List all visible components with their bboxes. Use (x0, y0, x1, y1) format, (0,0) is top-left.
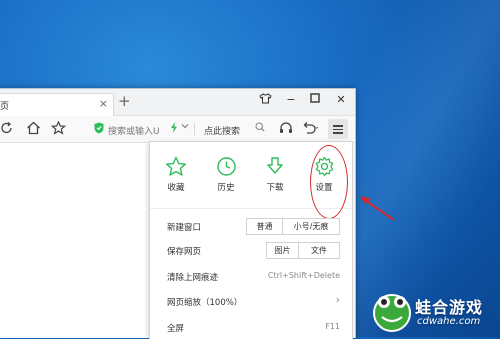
divider (194, 123, 195, 135)
tab-close-icon[interactable]: × (99, 97, 108, 110)
frog-logo-icon (373, 294, 411, 332)
address-input[interactable]: 搜索或输入U (108, 124, 160, 137)
new-window-incognito-button[interactable]: 小号/无痕 (282, 218, 340, 235)
headphones-icon[interactable] (279, 121, 293, 138)
menu-favorites[interactable]: 收藏 (156, 156, 196, 193)
main-menu-dropdown: 收藏 历史 下载 设置 新建窗口 普通 小号/无痕 保存网页 图片 文件 清除上… (149, 141, 353, 339)
favorites-label: 收藏 (167, 183, 185, 193)
watermark: 蛙合游戏 cdwahe.com (367, 290, 500, 337)
save-as-file-button[interactable]: 文件 (298, 242, 340, 259)
search-box[interactable]: 点此搜索 (204, 124, 240, 137)
menu-downloads[interactable]: 下载 (255, 156, 295, 193)
watermark-url: cdwahe.com (417, 316, 481, 327)
new-tab-button[interactable]: + (118, 92, 131, 110)
history-label: 历史 (217, 183, 235, 193)
menu-history[interactable]: 历史 (206, 156, 246, 193)
title-bar: 页 × + − ✕ (0, 89, 355, 116)
red-arrow-icon (360, 196, 395, 221)
download-icon (267, 157, 283, 174)
menu-item-new-window: 新建窗口 普通 小号/无痕 (150, 215, 352, 237)
toolbar: 搜索或输入U 点此搜索 (0, 116, 355, 143)
favorite-star-icon[interactable] (50, 120, 67, 139)
highlight-circle (310, 145, 348, 219)
main-menu-button[interactable] (328, 119, 348, 139)
downloads-label: 下载 (266, 183, 284, 193)
menu-item-zoom[interactable]: 网页缩放（100%） › (150, 290, 352, 312)
undo-icon[interactable] (302, 121, 319, 138)
lightning-icon[interactable] (170, 122, 178, 136)
refresh-icon[interactable] (0, 121, 14, 139)
save-as-image-button[interactable]: 图片 (266, 242, 299, 259)
clock-icon (216, 157, 236, 176)
search-icon[interactable] (255, 122, 265, 135)
skin-icon[interactable] (257, 93, 273, 107)
chevron-down-icon[interactable] (181, 122, 189, 133)
menu-item-clear-traces[interactable]: 清除上网痕迹 Ctrl+Shift+Delete (150, 265, 352, 287)
clear-traces-shortcut: Ctrl+Shift+Delete (267, 271, 340, 280)
chevron-right-icon: › (335, 293, 340, 306)
address-bar[interactable]: 搜索或输入U 点此搜索 (90, 120, 265, 138)
fullscreen-shortcut: F11 (325, 322, 340, 331)
fullscreen-label: 全屏 (167, 324, 185, 334)
menu-item-fullscreen[interactable]: 全屏 F11 (150, 316, 352, 338)
browser-tab[interactable]: 页 × (0, 93, 114, 116)
quick-actions: 收藏 历史 下载 设置 (150, 142, 352, 219)
browser-window: 页 × + − ✕ 搜索或输入U 点此搜索 收藏 历史 下载 设置 新建窗口 普… (0, 88, 356, 339)
maximize-button[interactable] (307, 93, 323, 106)
tab-label: 页 (0, 102, 10, 112)
star-icon (166, 156, 186, 176)
new-window-normal-button[interactable]: 普通 (246, 218, 283, 235)
shield-icon (94, 122, 104, 134)
minimize-button[interactable]: − (283, 93, 299, 106)
clear-traces-label: 清除上网痕迹 (167, 273, 219, 283)
new-window-label: 新建窗口 (167, 223, 202, 233)
menu-item-save-page: 保存网页 图片 文件 (150, 239, 352, 261)
save-page-label: 保存网页 (167, 247, 202, 257)
zoom-label: 网页缩放（100%） (167, 298, 243, 308)
close-window-button[interactable]: ✕ (333, 93, 349, 106)
watermark-title: 蛙合游戏 (415, 298, 484, 317)
home-icon[interactable] (26, 121, 41, 139)
